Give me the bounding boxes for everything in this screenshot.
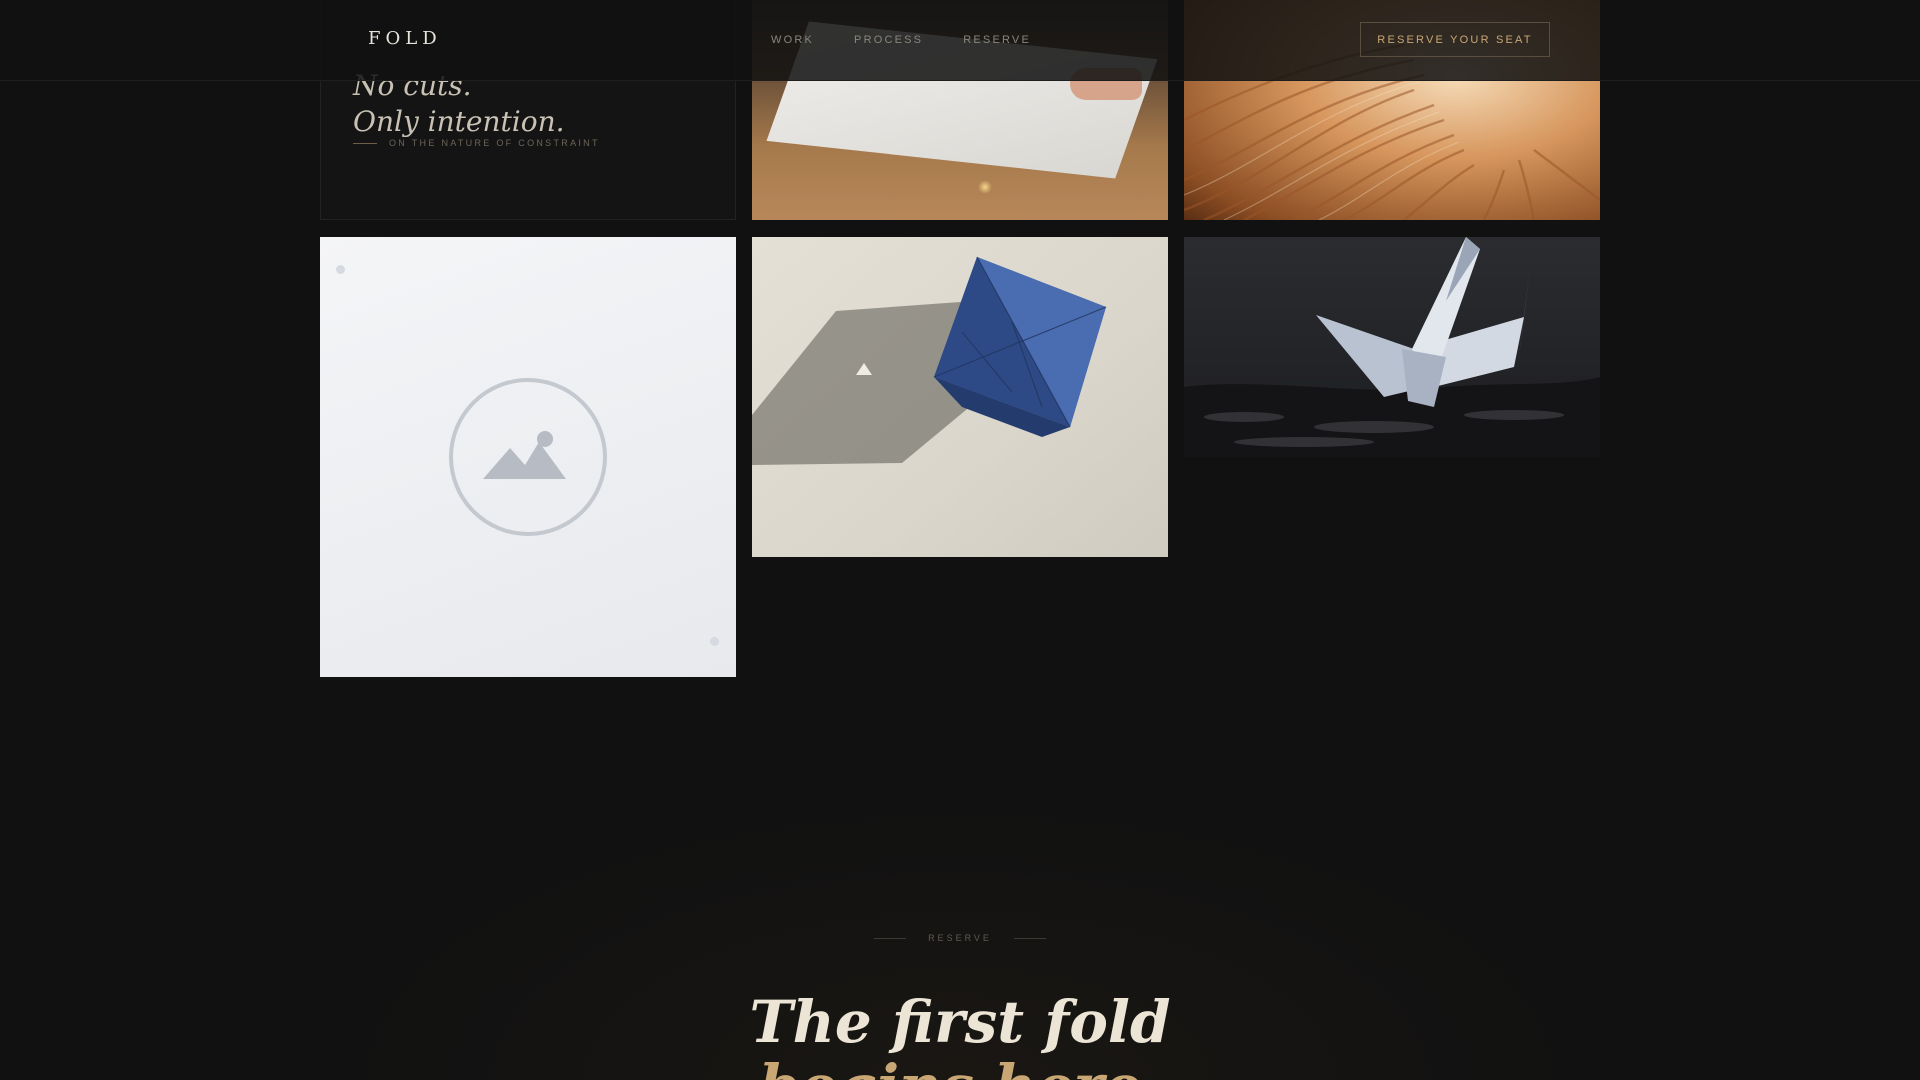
attribution-rule	[353, 142, 377, 144]
crane-illustration	[1184, 237, 1600, 457]
gold-glint	[978, 180, 992, 194]
site-header: FOLD WORK PROCESS RESERVE RESERVE YOUR S…	[0, 0, 1920, 81]
attribution-text: ON THE NATURE OF CONSTRAINT	[389, 138, 600, 148]
headline-line-2: begins here.	[0, 1054, 1920, 1080]
page: FOLD WORK PROCESS RESERVE RESERVE YOUR S…	[0, 0, 1920, 1080]
corner-dot	[710, 637, 719, 646]
eyebrow-rule-right	[1013, 937, 1046, 939]
reserve-eyebrow: RESERVE	[870, 933, 1050, 943]
octahedron-illustration	[752, 256, 1107, 465]
nav-reserve[interactable]: RESERVE	[963, 34, 1031, 46]
paper-crane-photo[interactable]	[1184, 237, 1600, 457]
nav-work[interactable]: WORK	[771, 34, 814, 46]
reserve-headline: The first fold begins here.	[0, 990, 1920, 1080]
image-placeholder-icon	[449, 378, 607, 536]
eyebrow-rule-left	[874, 937, 907, 939]
quote-line-2: Only intention.	[353, 105, 565, 138]
corner-dot	[336, 265, 345, 274]
nav-process[interactable]: PROCESS	[854, 34, 923, 46]
reserve-seat-button[interactable]: RESERVE YOUR SEAT	[1360, 22, 1550, 57]
image-placeholder[interactable]	[320, 237, 736, 677]
main-nav: WORK PROCESS RESERVE	[771, 34, 1031, 46]
logo[interactable]: FOLD	[368, 28, 442, 49]
blue-origami-octahedron-photo[interactable]	[752, 237, 1168, 557]
eyebrow-text: RESERVE	[928, 933, 992, 943]
quote-attribution: ON THE NATURE OF CONSTRAINT	[353, 138, 600, 148]
headline-line-1: The first fold	[749, 988, 1171, 1056]
